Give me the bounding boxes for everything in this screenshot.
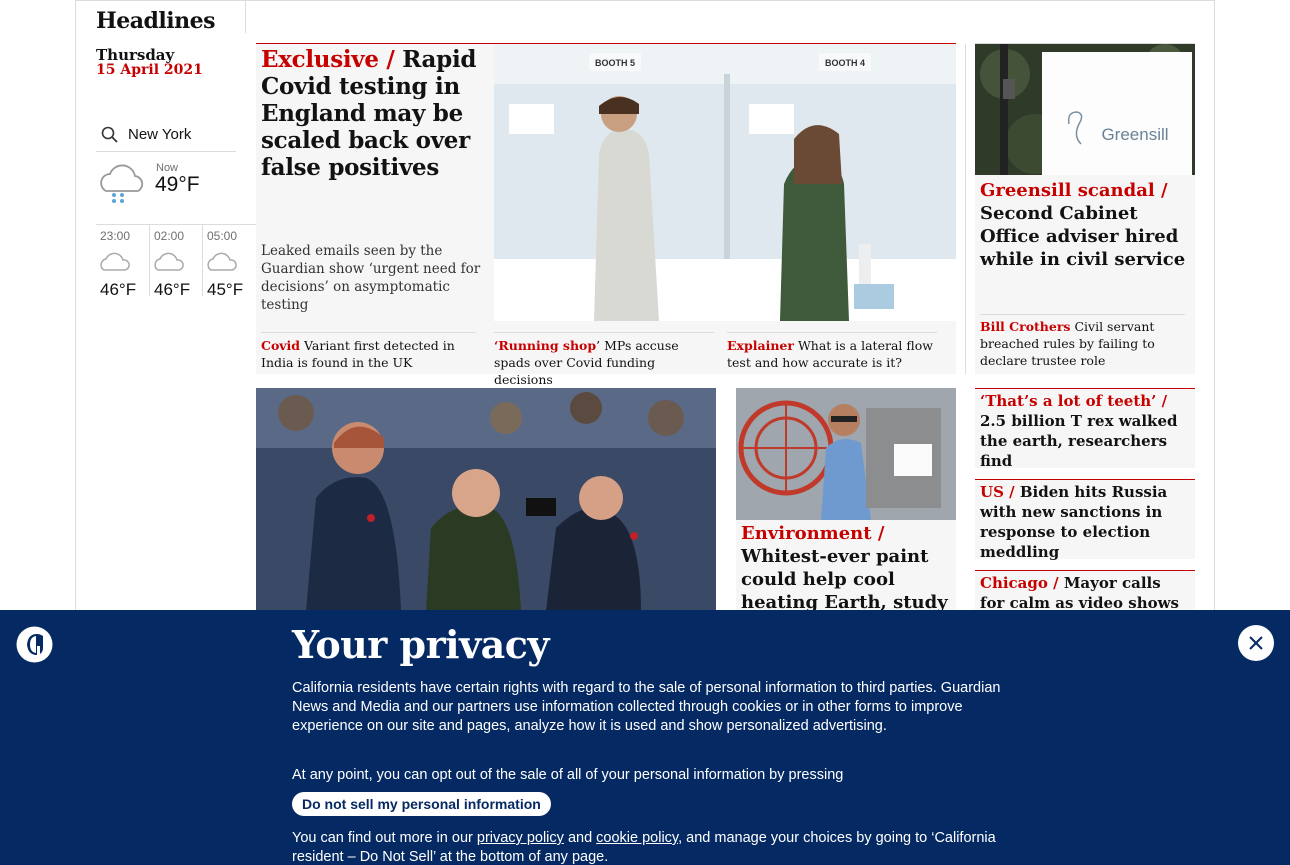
royals-photo-image [256, 388, 716, 611]
forecast-temp: 45°F [207, 280, 244, 299]
forecast-temp: 46°F [154, 280, 191, 299]
weather-location[interactable]: New York [96, 118, 236, 152]
more-prefix: You can find out more in our [292, 830, 473, 846]
lead-sub-link[interactable]: Covid Variant first detected in India is… [261, 332, 476, 371]
search-icon [101, 126, 118, 143]
paint-headline-text: Whitest-ever paint could help cool heati… [741, 546, 948, 613]
forecast: 23:00 46°F 02:00 46°F 05:00 45°F [96, 224, 256, 299]
forecast-time: 02:00 [154, 229, 185, 243]
greensill-sign-text: Greensill [1101, 125, 1168, 144]
small-kicker: Chicago / [980, 574, 1059, 592]
privacy-title: Your privacy [292, 622, 550, 667]
privacy-banner: Your privacy California residents have c… [0, 610, 1290, 865]
greensill-story-card[interactable]: Greensill Greensill scandal / Second Cab… [975, 44, 1195, 374]
forecast-item: 02:00 46°F [149, 225, 202, 299]
forecast-temp: 46°F [100, 280, 137, 299]
booth-sign-b: BOOTH 4 [825, 58, 865, 68]
forecast-time: 05:00 [207, 229, 238, 243]
lead-sub-link[interactable]: Explainer What is a lateral flow test an… [727, 332, 937, 371]
privacy-optout-text: At any point, you can opt out of the sal… [292, 767, 844, 783]
greensill-headline-text: Second Cabinet Office adviser hired whil… [980, 203, 1186, 270]
forecast-item: 23:00 46°F [96, 225, 149, 299]
forecast-time: 23:00 [100, 229, 131, 243]
royal-story-card[interactable] [256, 388, 716, 648]
forecast-item: 05:00 45°F [202, 225, 255, 299]
lead-photo[interactable]: BOOTH 5 BOOTH 4 [494, 44, 956, 321]
greensill-headline[interactable]: Greensill scandal / Second Cabinet Offic… [980, 179, 1192, 271]
privacy-more-text: You can find out more in our privacy pol… [292, 829, 1012, 865]
column-divider [965, 44, 966, 374]
location-name: New York [128, 126, 192, 143]
sub-kicker: Bill Crothers [980, 319, 1071, 334]
privacy-policy-link[interactable]: privacy policy [477, 830, 564, 846]
privacy-body: California residents have certain rights… [292, 680, 1001, 734]
paint-kicker: Environment / [741, 523, 885, 544]
sub-kicker: Explainer [727, 338, 794, 353]
cloud-icon [100, 252, 130, 271]
close-button[interactable] [1238, 625, 1274, 661]
greensill-photo[interactable]: Greensill [975, 44, 1195, 175]
booth-sign-a: BOOTH 5 [595, 58, 635, 68]
small-kicker: ‘That’s a lot of teeth’ / [980, 392, 1168, 410]
rain-cloud-icon [100, 164, 144, 203]
now-temp: 49°F [155, 173, 200, 196]
lead-headline[interactable]: Exclusive / Rapid Covid testing in Engla… [261, 46, 486, 181]
lead-kicker: Exclusive / [261, 46, 395, 73]
greensill-sub-link[interactable]: Bill Crothers Civil servant breached rul… [980, 314, 1185, 369]
covid-test-booth-image: BOOTH 5 BOOTH 4 [494, 44, 956, 321]
close-icon [1249, 636, 1263, 650]
paint-photo[interactable] [736, 388, 956, 520]
small-story-headline[interactable]: ‘That’s a lot of teeth’ / 2.5 billion T … [980, 391, 1190, 471]
weather-now: Now 49°F [96, 161, 236, 221]
lead-sub-link[interactable]: ‘Running shop’ MPs accuse spads over Cov… [494, 332, 714, 388]
section-title: Headlines [96, 8, 216, 34]
date-full: 15 April 2021 [96, 62, 203, 78]
and-text: and [567, 830, 593, 846]
cookie-policy-link[interactable]: cookie policy [596, 830, 678, 846]
small-story-card[interactable]: US / Biden hits Russia with new sanction… [975, 479, 1195, 562]
small-story-card[interactable]: ‘That’s a lot of teeth’ / 2.5 billion T … [975, 388, 1195, 471]
do-not-sell-button[interactable]: Do not sell my personal information [292, 792, 551, 816]
paint-headline[interactable]: Environment / Whitest-ever paint could h… [741, 522, 951, 614]
sidebar: Headlines Thursday 15 April 2021 New Yor… [96, 1, 256, 299]
guardian-logo-icon [16, 626, 53, 663]
lead-standfirst: Leaked emails seen by the Guardian show … [261, 243, 481, 313]
small-kicker: US / [980, 483, 1015, 501]
sub-kicker: Covid [261, 338, 301, 353]
cloud-icon [154, 252, 184, 271]
greensill-sign-image: Greensill [975, 44, 1195, 175]
small-story-headline[interactable]: US / Biden hits Russia with new sanction… [980, 482, 1190, 562]
small-headline-text: 2.5 billion T rex walked the earth, rese… [980, 412, 1178, 470]
cloud-icon [207, 252, 237, 271]
sub-kicker: ‘Running shop [494, 338, 597, 353]
white-paint-image [736, 388, 956, 520]
greensill-kicker: Greensill scandal / [980, 180, 1168, 201]
royal-photo[interactable] [256, 388, 716, 611]
lead-story-card[interactable]: Exclusive / Rapid Covid testing in Engla… [256, 44, 956, 387]
paint-story-card[interactable]: Environment / Whitest-ever paint could h… [736, 388, 956, 648]
